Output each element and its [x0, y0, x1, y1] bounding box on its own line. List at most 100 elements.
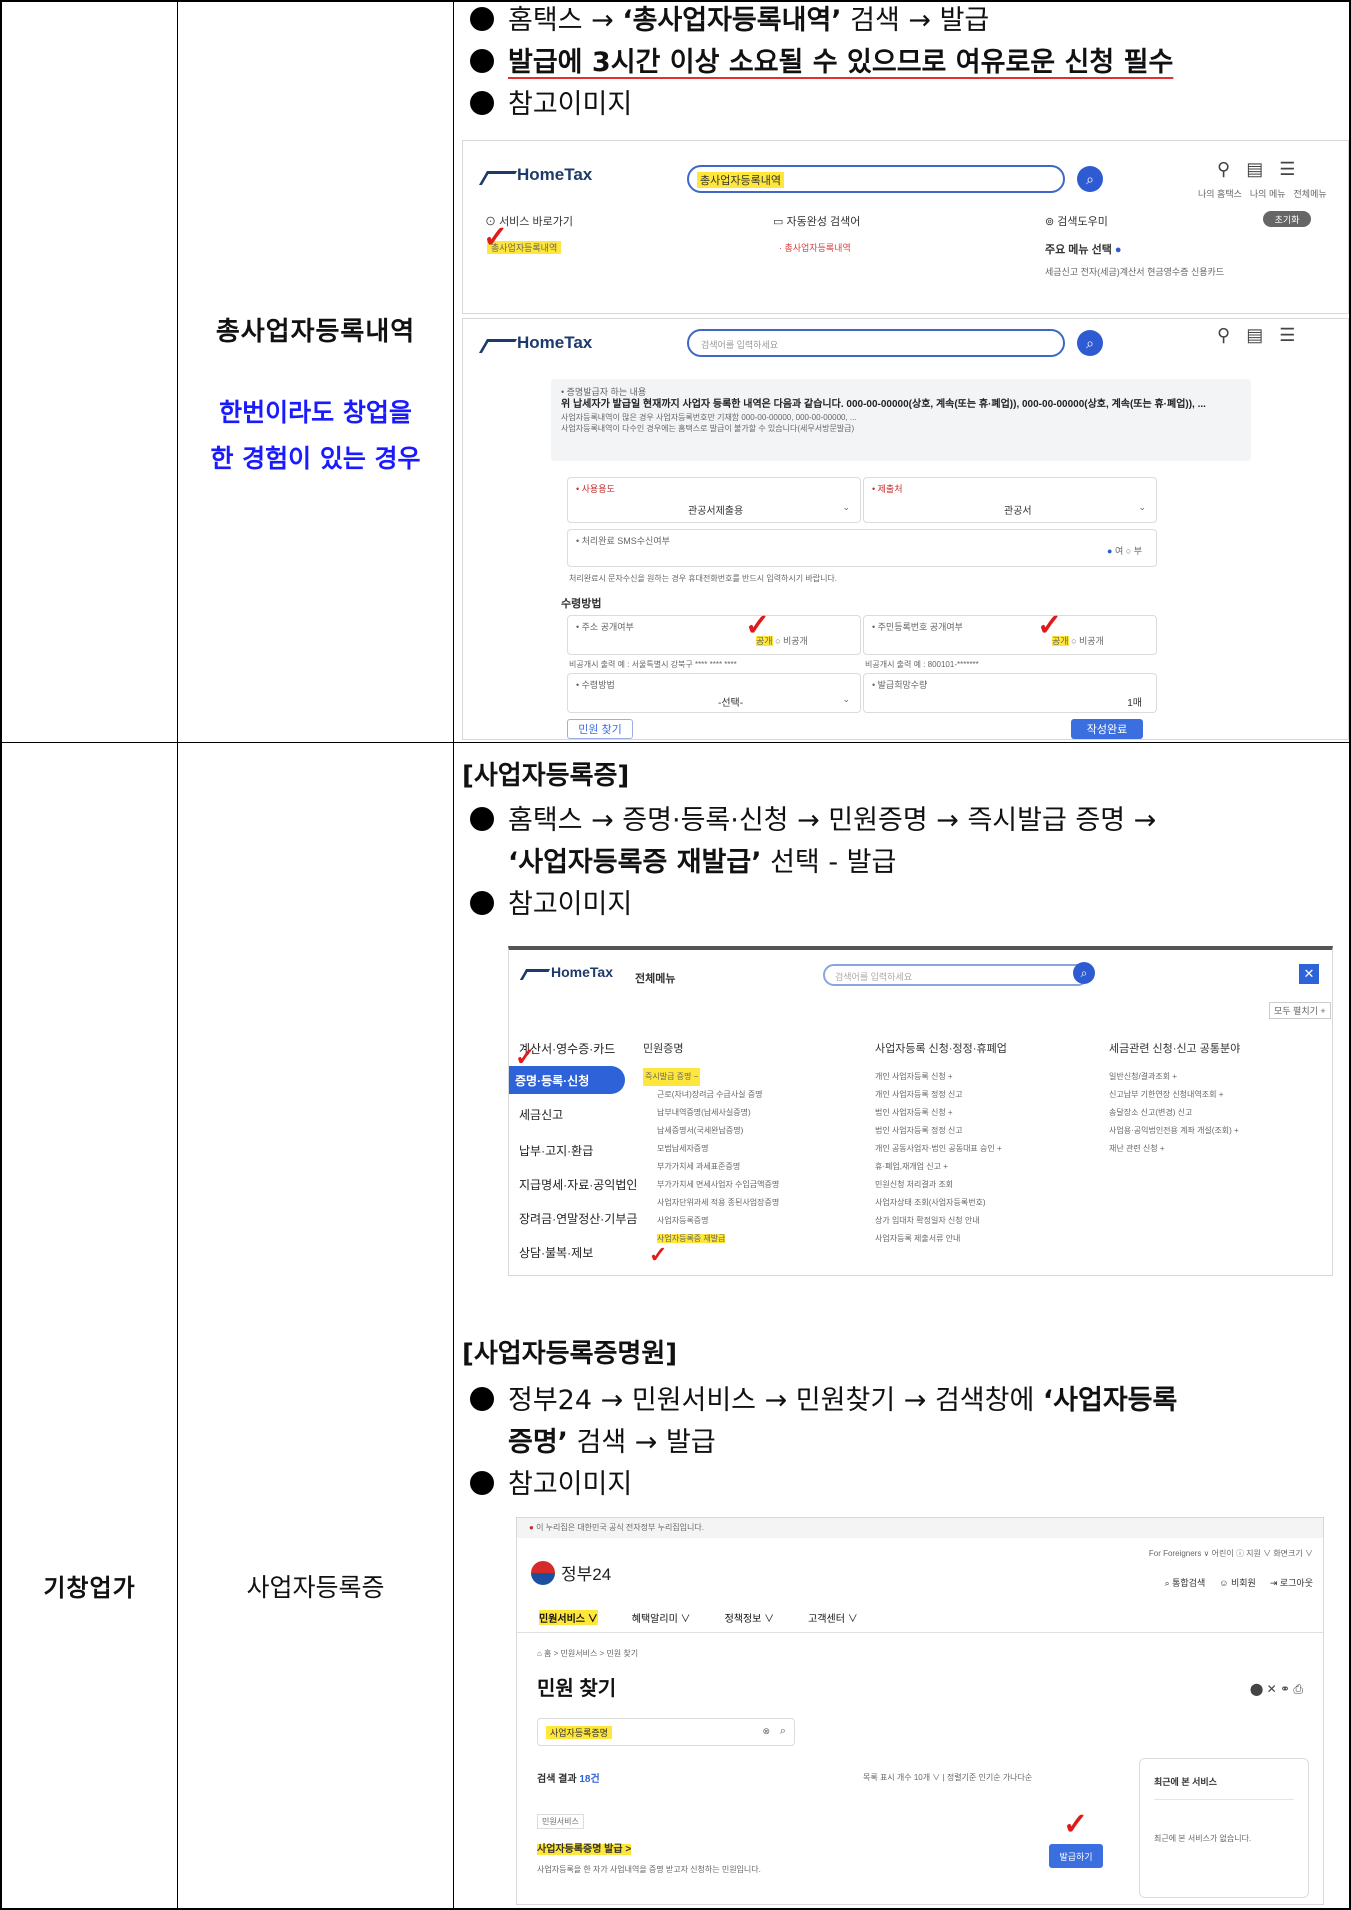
row2-item-name: 사업자등록증 [246, 1572, 385, 1602]
sort-options[interactable]: 목록 표시 개수 10개 ∨ | 정렬기준 인기순 가나다순 [863, 1772, 1032, 1783]
autocomplete-item[interactable]: · 총사업자등록내역 [779, 241, 851, 254]
col1-item[interactable]: 사업자등록증명 [643, 1212, 779, 1230]
col2-title: 사업자등록 신청·정정·휴폐업 [875, 1043, 1007, 1055]
col3-item[interactable]: 신고납부 기한연장 신청내역조회 + [1109, 1086, 1239, 1104]
guest-link[interactable]: ☺ 비회원 [1219, 1576, 1256, 1589]
row2-section2: [사업자등록증명원] 정부24 → 민원서비스 → 민원찾기 → 검색창에 ‘사… [462, 1334, 1351, 1506]
search-icon-link[interactable]: ⌕ 통합검색 [1165, 1576, 1206, 1589]
category-tag: 민원서비스 [537, 1814, 584, 1829]
hometax-search-input[interactable]: 총사업자등록내역 [687, 165, 1065, 193]
menu-search-input[interactable]: 검색어를 입력하세요 [823, 964, 1089, 986]
col3-item[interactable]: 송달장소 신고(변경) 신고 [1109, 1104, 1239, 1122]
col2-item[interactable]: 상가 임대차 확정일자 신청 안내 [875, 1212, 1002, 1230]
main-menu-links[interactable]: 세금신고 전자(세금)계산서 현금영수증 신용카드 [1045, 265, 1224, 278]
col2-item[interactable]: 사업자등록 제출서류 안내 [875, 1230, 1002, 1248]
hamburger-icon[interactable]: ☰ [1279, 325, 1295, 346]
hometax-logo: HomeTax [519, 964, 613, 980]
document-page: 총사업자등록내역 한번이라도 창업을 한 경험이 있는 경우 홈택스 → ‘총사… [0, 0, 1351, 1910]
check-mark-icon: ✓ [515, 1044, 536, 1071]
find-civil-button[interactable]: 민원 찾기 [567, 719, 633, 739]
recent-services-panel: 최근에 본 서비스 최근에 본 서비스가 없습니다. [1139, 1758, 1309, 1898]
usage-select[interactable]: • 사용용도 관공서제출용 ⌄ [567, 477, 861, 523]
nav-civil-service[interactable]: 민원서비스 ∨ [539, 1610, 598, 1625]
check-mark-icon: ✓ [483, 221, 509, 254]
search-icon[interactable]: ⌕ [1077, 330, 1103, 356]
sms-radio[interactable]: ● 여 ○ 부 [1107, 544, 1142, 557]
receive-method-title: 수령방법 [561, 598, 602, 610]
result-title[interactable]: 사업자등록증명 발급 > [537, 1840, 632, 1855]
left-menu-item[interactable]: 지급명세·자료·공익법인 [519, 1176, 637, 1193]
row1-content: 홈택스 → ‘총사업자등록내역’ 검색 → 발급 발급에 3시간 이상 소요될 … [462, 0, 1351, 126]
col2-item[interactable]: 법인 사업자등록 정정 신고 [875, 1122, 1002, 1140]
result-count: 검색 결과 18건 [537, 1774, 600, 1785]
top-links[interactable]: For Foreigners ∨ 어린이 ⓘ 지원 ∨ 화면크기 ∨ [1149, 1548, 1313, 1559]
col3-item[interactable]: 재난 관련 신청 + [1109, 1140, 1239, 1158]
col3-item[interactable]: 일반신청/결과조회 + [1109, 1068, 1239, 1086]
logout-link[interactable]: ⇥ 로그아웃 [1270, 1576, 1313, 1589]
search-icon[interactable]: ⌕ [1073, 962, 1095, 984]
section1-ref-line: 참고이미지 [462, 884, 1351, 926]
submit-to-select[interactable]: • 제출처 관공서 ⌄ [863, 477, 1157, 523]
expand-all-button[interactable]: 모두 펼치기 + [1269, 1002, 1331, 1019]
page-title: 민원 찾기 [537, 1678, 617, 1700]
close-icon[interactable]: ✕ [1299, 964, 1319, 984]
check-mark-icon: ✓ [745, 609, 771, 642]
top-utility-icons: ⚲ ▤ ☰ [1217, 325, 1295, 346]
left-menu-item[interactable]: 상담·불복·제보 [519, 1244, 593, 1261]
util-links: ⌕ 통합검색 ☺ 비회원 ⇥ 로그아웃 [1165, 1576, 1313, 1589]
col1-item[interactable]: 모범납세자증명 [643, 1140, 779, 1158]
col1-item[interactable]: 납부내역증명(납세사실증명) [643, 1104, 779, 1122]
quantity-field[interactable]: • 발급희망수량 1매 [863, 673, 1157, 713]
breadcrumb: ⌂ 홈 > 민원서비스 > 민원 찾기 [537, 1649, 639, 1658]
left-menu-item[interactable]: 장려금·연말정산·기부금 [519, 1210, 637, 1227]
left-menu-item[interactable]: 납부·고지·환급 [519, 1142, 593, 1159]
hometax-search-input[interactable]: 검색어를 입력하세요 [687, 329, 1065, 357]
col2-item[interactable]: 개인 사업자등록 정정 신고 [875, 1086, 1002, 1104]
row1-ref-line: 참고이미지 [462, 84, 1351, 126]
my-menu-icon[interactable]: ▤ [1246, 325, 1263, 346]
row1-warning-line: 발급에 3시간 이상 소요될 수 있으므로 여유로운 신청 필수 [462, 42, 1351, 84]
user-icon[interactable]: ⚲ [1217, 325, 1230, 346]
method-select[interactable]: • 수령방법 -선택- ⌄ [567, 673, 861, 713]
col1-item[interactable]: 부가가치세 면세사업자 수입금액증명 [643, 1176, 779, 1194]
notice-box: • 증명발급자 하는 내용 위 납세자가 발급일 현재까지 사업자 등록한 내역… [551, 379, 1251, 461]
top-utility-icons: ⚲ ▤ ☰ [1217, 159, 1295, 180]
left-menu-item[interactable]: 세금신고 [519, 1106, 563, 1123]
col1-item[interactable]: 근로(자녀)장려금 수급사실 증명 [643, 1086, 779, 1104]
share-icons[interactable]: ⬤ ✕ ⚭ ⎙ [1250, 1682, 1303, 1697]
col1-item[interactable]: 부가가치세 과세표준증명 [643, 1158, 779, 1176]
row2-category-cell: 기창업가 [2, 743, 177, 1908]
col1-item[interactable]: 납세증명서(국세완납증명) [643, 1122, 779, 1140]
col2-item[interactable]: 개인 사업자등록 신청 + [875, 1068, 1002, 1086]
hamburger-icon[interactable]: ☰ [1279, 159, 1295, 180]
col1-item[interactable]: 사업자단위과세 적용 종된사업장증명 [643, 1194, 779, 1212]
house-icon [478, 339, 518, 353]
search-icon: ⌕ [779, 1725, 786, 1737]
result-description: 사업자등록을 한 자가 사업내역을 증명 받고자 신청하는 민원입니다. [537, 1865, 761, 1874]
address-note: 비공개시 출력 예 : 서울특별시 강북구 **** **** **** [569, 660, 737, 669]
col2-item[interactable]: 사업자상태 조회(사업자등록번호) [875, 1194, 1002, 1212]
full-menu-title: 전체메뉴 [635, 973, 676, 985]
search-icon[interactable]: ⌕ [1077, 166, 1103, 192]
user-icon[interactable]: ⚲ [1217, 159, 1230, 180]
bullet-icon [470, 807, 494, 831]
col2-item[interactable]: 휴·폐업,재개업 신고 + [875, 1158, 1002, 1176]
top-icon-labels: 나의 홈택스 나의 메뉴 전체메뉴 [1198, 189, 1327, 199]
col2-item[interactable]: 개인 공동사업자·법인 공동대표 승인 + [875, 1140, 1002, 1158]
autocomplete-title: ▭ 자동완성 검색어 [773, 216, 861, 228]
nav-benefit[interactable]: 혜택알리미 ∨ [632, 1610, 691, 1625]
complete-button[interactable]: 작성완료 [1071, 719, 1143, 739]
hometax-menu-screenshot: HomeTax 전체메뉴 검색어를 입력하세요 ⌕ ✕ 모두 펼치기 + 계산서… [508, 946, 1333, 1276]
my-menu-icon[interactable]: ▤ [1246, 159, 1263, 180]
issue-button[interactable]: 발급하기 [1049, 1844, 1103, 1868]
col2-item[interactable]: 민원신청 처리결과 조회 [875, 1176, 1002, 1194]
reset-badge[interactable]: 초기화 [1263, 211, 1311, 227]
civil-search-input[interactable]: 사업자등록증명 ⊗ ⌕ [537, 1718, 795, 1746]
col2-item[interactable]: 법인 사업자등록 신청 + [875, 1104, 1002, 1122]
nav-policy[interactable]: 정책정보 ∨ [725, 1610, 775, 1625]
nav-support[interactable]: 고객센터 ∨ [808, 1610, 858, 1625]
check-mark-icon: ✓ [1063, 1808, 1089, 1841]
col1-item[interactable]: 즉시발급 증명 − [643, 1068, 701, 1086]
col3-item[interactable]: 사업용·공익법인전용 계좌 개설(조회) + [1109, 1122, 1239, 1140]
house-icon [519, 969, 551, 980]
